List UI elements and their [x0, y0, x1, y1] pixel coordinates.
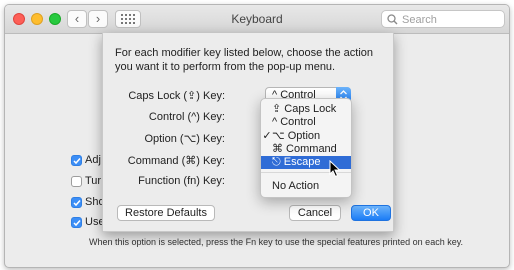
command-key-label: Command (⌘) Key:: [127, 155, 225, 167]
control-key-label: Control (^) Key:: [148, 111, 225, 123]
sheet-instructions: For each modifier key listed below, choo…: [115, 47, 374, 73]
show-keyboard-viewers-checkbox[interactable]: [71, 197, 82, 208]
function-keys-footnote: When this option is selected, press the …: [89, 237, 464, 247]
ok-button[interactable]: OK: [351, 205, 391, 221]
menu-item-label: ⇪ Caps Lock: [272, 103, 337, 115]
checkmark-icon: [73, 220, 81, 227]
menu-item-label: ⌘ Command: [272, 143, 337, 155]
menu-item-label: ⌥ Option: [272, 130, 321, 142]
menu-item-control[interactable]: ^ Control: [261, 116, 351, 129]
adjust-brightness-checkbox[interactable]: [71, 155, 82, 166]
function-key-label: Function (fn) Key:: [138, 175, 225, 187]
menu-item-label: No Action: [272, 180, 320, 192]
zoom-window-button[interactable]: [49, 13, 61, 25]
option-key-label: Option (⌥) Key:: [144, 133, 225, 145]
checkmark-icon: [73, 158, 81, 165]
close-window-button[interactable]: [13, 13, 25, 25]
caps-lock-key-label: Caps Lock (⇪) Key:: [128, 90, 225, 102]
search-icon: [387, 14, 398, 25]
menu-item-no-action[interactable]: No Action: [261, 180, 351, 193]
cancel-button[interactable]: Cancel: [289, 205, 341, 221]
menu-item-option[interactable]: ✓ ⌥ Option: [261, 130, 351, 143]
turn-off-backlight-checkbox[interactable]: [71, 176, 82, 187]
restore-defaults-button[interactable]: Restore Defaults: [117, 205, 215, 221]
show-all-button[interactable]: [115, 10, 141, 28]
checkmark-icon: ✓: [262, 130, 272, 142]
forward-button[interactable]: ›: [88, 10, 108, 28]
keyboard-preferences-window: ‹ › Keyboard Adj Tur Sho: [4, 4, 510, 268]
use-function-keys-checkbox[interactable]: [71, 217, 82, 228]
menu-item-command[interactable]: ⌘ Command: [261, 143, 351, 156]
menu-item-caps-lock[interactable]: ⇪ Caps Lock: [261, 103, 351, 116]
checkmark-icon: [73, 200, 81, 207]
modifier-action-menu: ⇪ Caps Lock ^ Control ✓ ⌥ Option ⌘ Comma…: [260, 98, 352, 198]
search-input[interactable]: [400, 12, 504, 28]
title-bar: ‹ › Keyboard: [5, 5, 509, 34]
mouse-pointer-icon: [329, 160, 341, 178]
menu-item-label: ⎋ Escape: [272, 156, 321, 168]
search-field[interactable]: [381, 10, 505, 28]
window-title: Keyboard: [231, 12, 283, 26]
menu-item-label: ^ Control: [272, 116, 316, 128]
back-button[interactable]: ‹: [67, 10, 87, 28]
minimize-window-button[interactable]: [31, 13, 43, 25]
grid-icon: [121, 14, 135, 24]
